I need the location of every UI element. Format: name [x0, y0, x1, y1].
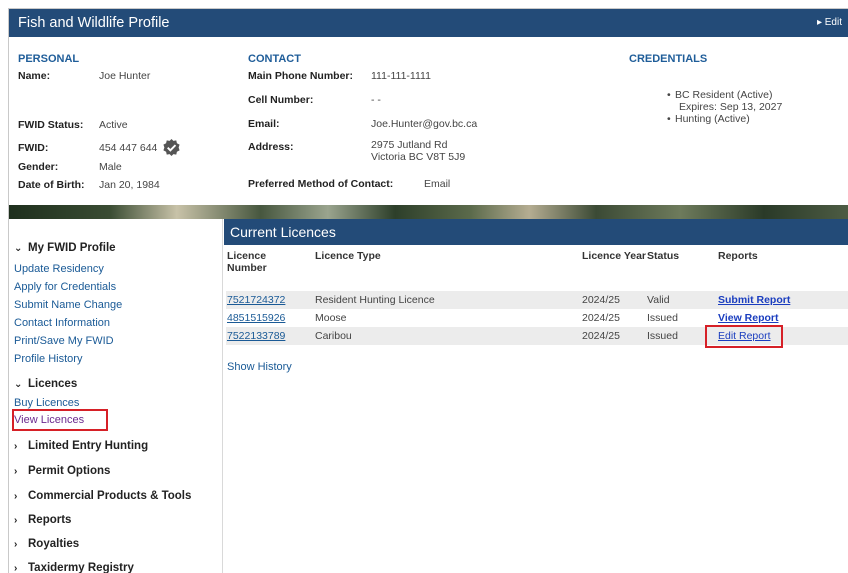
credentials-list: • BC Resident (Active) Expires: Sep 13, 2… — [667, 89, 782, 125]
current-licences-panel: Current Licences Licence Number Licence … — [224, 219, 848, 573]
sidebar-group-my-profile[interactable]: ⌄ My FWID Profile — [14, 242, 116, 254]
licence-status: Issued — [647, 330, 678, 342]
credential-item: • Hunting (Active) — [667, 113, 750, 125]
sidebar-item-profile-history[interactable]: Profile History — [14, 353, 82, 365]
column-header-status: Status — [647, 250, 680, 262]
licence-status: Issued — [647, 312, 678, 324]
current-licences-header: Current Licences — [224, 219, 848, 245]
name-value: Joe Hunter — [99, 70, 151, 82]
sidebar-group-limited-entry-hunting[interactable]: › Limited Entry Hunting — [14, 440, 148, 452]
sidebar-item-submit-name-change[interactable]: Submit Name Change — [14, 299, 122, 311]
address-value: 2975 Jutland Rd Victoria BC V8T 5J9 — [371, 139, 465, 163]
licence-status: Valid — [647, 294, 670, 306]
licence-type: Resident Hunting Licence — [315, 294, 435, 306]
sidebar-group-royalties[interactable]: › Royalties — [14, 538, 79, 550]
sidebar-item-print-save-fwid[interactable]: Print/Save My FWID — [14, 335, 114, 347]
main-phone-label: Main Phone Number: — [248, 70, 354, 82]
verified-badge-icon — [163, 138, 180, 157]
preferred-contact-value: Email — [424, 178, 451, 190]
submit-report-link[interactable]: Submit Report — [718, 294, 790, 306]
credential-item: • BC Resident (Active) — [667, 89, 773, 101]
name-label: Name: — [18, 70, 51, 82]
sidebar-item-buy-licences[interactable]: Buy Licences — [14, 397, 79, 409]
chevron-right-icon: › — [14, 539, 18, 550]
address-line-1: 2975 Jutland Rd — [371, 139, 448, 151]
table-row: 7521724372 Resident Hunting Licence 2024… — [226, 291, 848, 309]
credentials-section-title: CREDENTIALS — [629, 53, 708, 65]
chevron-down-icon: ⌄ — [14, 243, 23, 254]
decorative-banner-image — [9, 205, 848, 219]
licence-number-link[interactable]: 7522133789 — [227, 330, 285, 342]
edit-button[interactable]: ▸ Edit — [817, 17, 842, 28]
licence-type: Caribou — [315, 330, 352, 342]
chevron-down-icon: ⌄ — [14, 379, 23, 390]
chevron-right-icon: › — [14, 563, 18, 573]
email-label: Email: — [248, 118, 280, 130]
sidebar-item-contact-information[interactable]: Contact Information — [14, 317, 110, 329]
fwid-label: FWID: — [18, 142, 49, 154]
sidebar-item-apply-credentials[interactable]: Apply for Credentials — [14, 281, 116, 293]
sidebar-nav: ⌄ My FWID Profile Update Residency Apply … — [9, 219, 223, 573]
column-header-licence-type: Licence Type — [315, 250, 381, 262]
sidebar-item-update-residency[interactable]: Update Residency — [14, 263, 104, 275]
gender-value: Male — [99, 161, 122, 173]
chevron-right-icon: › — [14, 441, 18, 452]
sidebar-group-licences[interactable]: ⌄ Licences — [14, 378, 77, 390]
credential-expiry: Expires: Sep 13, 2027 — [679, 101, 783, 113]
profile-summary: PERSONAL Name: Joe Hunter FWID Status: A… — [9, 37, 848, 205]
chevron-right-icon: › — [14, 466, 18, 477]
contact-section-title: CONTACT — [248, 53, 301, 65]
profile-header: Fish and Wildlife Profile ▸ Edit — [9, 9, 848, 37]
profile-page: Fish and Wildlife Profile ▸ Edit PERSONA… — [8, 8, 848, 573]
chevron-right-icon: › — [14, 491, 18, 502]
address-line-2: Victoria BC V8T 5J9 — [371, 151, 466, 163]
view-report-link[interactable]: View Report — [718, 312, 779, 324]
fwid-value: 454 447 644 — [99, 142, 158, 154]
fwid-status-value: Active — [99, 119, 128, 131]
edit-report-highlight — [705, 325, 783, 348]
licence-number-link[interactable]: 7521724372 — [227, 294, 285, 306]
dob-value: Jan 20, 1984 — [99, 179, 160, 191]
fwid-status-label: FWID Status: — [18, 119, 84, 131]
licence-year: 2024/25 — [582, 330, 620, 342]
preferred-contact-label: Preferred Method of Contact: — [248, 178, 394, 190]
personal-section-title: PERSONAL — [18, 53, 80, 65]
column-header-licence-number: Licence Number — [227, 250, 267, 274]
column-header-licence-year: Licence Year — [582, 250, 647, 262]
cell-number-label: Cell Number: — [248, 94, 314, 106]
gender-label: Gender: — [18, 161, 59, 173]
sidebar-group-reports[interactable]: › Reports — [14, 514, 71, 526]
licence-type: Moose — [315, 312, 347, 324]
sidebar-group-taxidermy-registry[interactable]: › Taxidermy Registry — [14, 562, 134, 573]
main-phone-value: 111-111-1111 — [371, 70, 431, 82]
licence-year: 2024/25 — [582, 294, 620, 306]
sidebar-group-permit-options[interactable]: › Permit Options — [14, 465, 110, 477]
dob-label: Date of Birth: — [18, 179, 85, 191]
licence-number-link[interactable]: 4851515926 — [227, 312, 285, 324]
show-history-link[interactable]: Show History — [227, 361, 292, 373]
email-value: Joe.Hunter@gov.bc.ca — [371, 118, 478, 130]
view-licences-highlight — [12, 409, 108, 431]
address-label: Address: — [248, 141, 294, 153]
cell-number-value: - - — [371, 94, 381, 106]
chevron-right-icon: › — [14, 515, 18, 526]
current-licences-title: Current Licences — [230, 224, 336, 240]
page-title: Fish and Wildlife Profile — [18, 15, 170, 31]
column-header-reports: Reports — [718, 250, 758, 262]
sidebar-group-commercial-products[interactable]: › Commercial Products & Tools — [14, 490, 191, 502]
licence-year: 2024/25 — [582, 312, 620, 324]
